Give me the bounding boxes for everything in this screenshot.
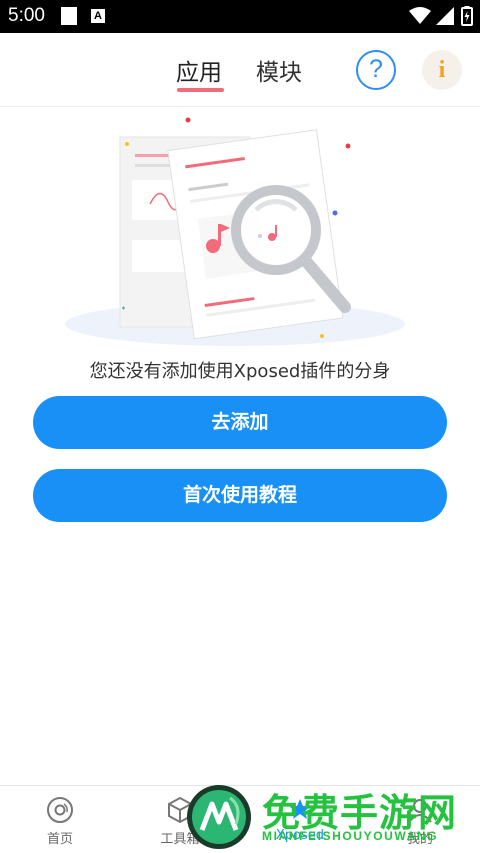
status-time: 5:00	[8, 5, 45, 26]
nav-home-label: 首页	[46, 832, 73, 847]
battery-icon	[461, 6, 473, 26]
tutorial-button[interactable]: 首次使用教程	[33, 469, 447, 522]
add-button[interactable]: 去添加	[33, 396, 447, 449]
notification-a-icon: A	[91, 9, 105, 23]
empty-state-message: 您还没有添加使用Xposed插件的分身	[89, 361, 391, 382]
cell-signal-icon	[436, 7, 454, 25]
help-icon[interactable]: ?	[356, 50, 396, 90]
watermark-subtitle: MIANFEISHOUYOUWANG	[262, 829, 439, 843]
info-icon[interactable]: i	[422, 50, 462, 90]
home-disc-icon	[47, 797, 73, 823]
status-bar: 5:00 A	[0, 0, 480, 33]
header: 应用 模块 ? i	[0, 33, 480, 107]
watermark: 免费手游网 MIANFEISHOUYOUWANG	[182, 780, 480, 853]
notification-square-icon	[61, 7, 77, 25]
active-tab-indicator	[177, 88, 224, 92]
watermark-logo-icon	[187, 785, 251, 849]
tab-modules[interactable]: 模块	[256, 53, 302, 87]
empty-state-illustration	[65, 117, 405, 346]
nav-home[interactable]: 首页	[12, 786, 108, 853]
wifi-icon	[409, 7, 431, 24]
tab-apps[interactable]: 应用	[176, 53, 222, 87]
